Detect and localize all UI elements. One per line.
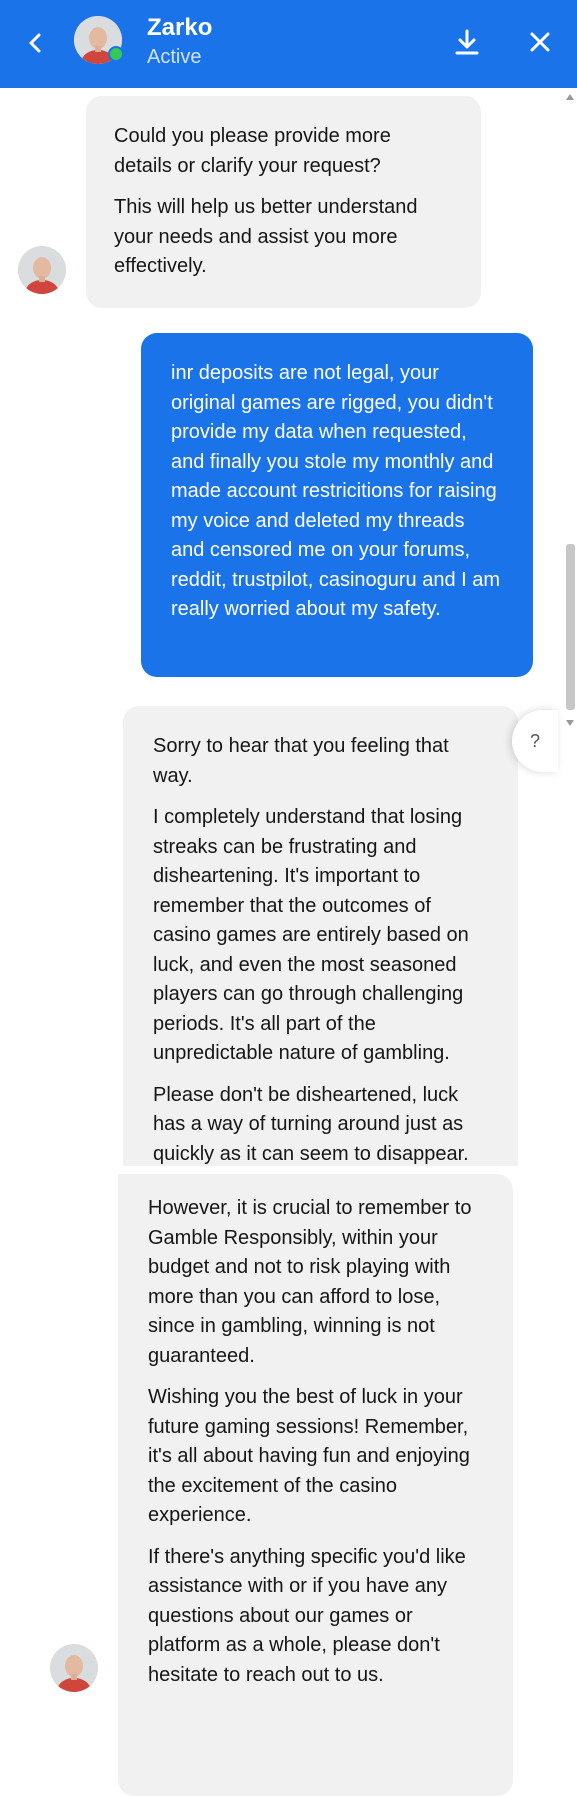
message-text: Please don't be disheartened, luck has a… — [153, 1083, 469, 1165]
message-text: If there's anything specific you'd like … — [148, 1545, 466, 1686]
online-status-dot — [108, 46, 124, 62]
agent-avatar — [50, 1644, 98, 1692]
close-icon[interactable] — [526, 28, 554, 56]
scrollbar-thumb[interactable] — [566, 544, 575, 710]
agent-message: Could you please provide more details or… — [86, 96, 481, 308]
scrollbar[interactable] — [563, 88, 577, 1738]
message-text: Could you please provide more details or… — [114, 125, 391, 177]
agent-avatar — [18, 246, 66, 294]
user-message: inr deposits are not legal, your origina… — [141, 333, 533, 677]
contact-status: Active — [147, 46, 202, 68]
message-text: Wishing you the best of luck in your fut… — [148, 1386, 470, 1526]
agent-message: However, it is crucial to remember to Ga… — [118, 1174, 513, 1796]
contact-name: Zarko — [147, 14, 213, 41]
scroll-up-icon[interactable] — [566, 94, 574, 100]
message-text: Sorry to hear that you feeling that way. — [153, 735, 449, 787]
download-icon[interactable] — [452, 26, 482, 58]
scroll-down-icon[interactable] — [566, 720, 574, 726]
message-text: This will help us better understand your… — [114, 196, 418, 277]
message-list[interactable]: Could you please provide more details or… — [0, 88, 577, 1796]
message-text: I completely understand that losing stre… — [153, 806, 469, 1064]
chat-header: Zarko Active — [0, 0, 577, 88]
message-text: inr deposits are not legal, your origina… — [171, 362, 501, 620]
chevron-left-icon[interactable] — [22, 27, 48, 59]
agent-message: Sorry to hear that you feeling that way.… — [123, 706, 518, 1166]
message-text: However, it is crucial to remember to Ga… — [148, 1197, 472, 1367]
